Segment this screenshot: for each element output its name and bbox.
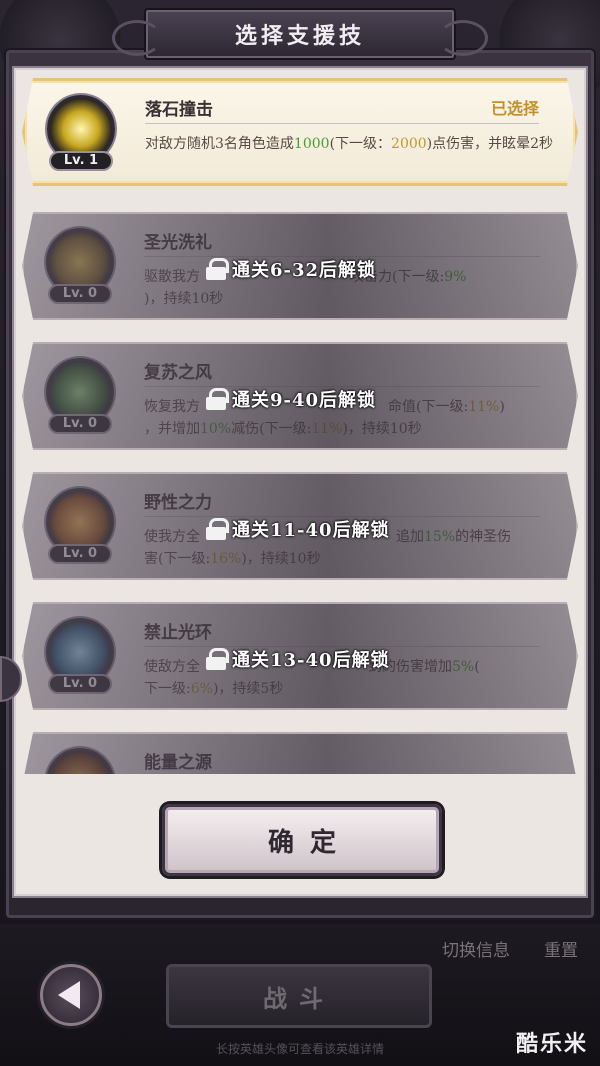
skill-icon-wrap: Lv. 1 [43,95,119,173]
skill-icon-wrap: Lv. 0 [42,228,118,306]
hint-text: 长按英雄头像可查看该英雄详情 [215,1042,384,1056]
lock-overlay: 通关9-40后解锁 [206,386,376,412]
desc-next-value: 6% [190,681,213,697]
switch-info-link[interactable]: 切换信息 [442,936,510,961]
skill-icon-wrap: Lv. 0 [42,358,118,436]
desc-text: 的神圣伤 [455,529,512,545]
skill-card-energy-source[interactable]: 能量之源 [22,732,578,774]
desc-text: 害(下一级: [144,551,211,567]
desc-text: )，持续5秒 [212,681,284,697]
desc-text: )，持续10秒 [342,421,422,437]
lock-overlay: 通关11-40后解锁 [206,516,390,542]
desc-text: ) [499,399,505,415]
desc-value: 10% [200,421,232,437]
desc-text: ，并增加 [144,421,200,437]
lock-icon [206,258,229,280]
skill-icon-wrap: Lv. 0 [42,618,118,696]
skill-card-revive-wind[interactable]: Lv. 0 复苏之风 恢复我方 命值(下一级:11%) ，并增加10%减伤(下一级:… [22,342,578,450]
desc-text: )，持续10秒 [144,291,224,307]
title-plate: 选择支援技 [112,8,488,60]
lock-overlay: 通关6-32后解锁 [206,256,376,282]
desc-text: 使敌方全 [144,659,200,675]
unlock-condition: 通关13-40后解锁 [232,650,390,671]
desc-next-value: 16% [210,551,242,567]
skill-card-wild-power[interactable]: Lv. 0 野性之力 使我方全 追加15%的神圣伤害(下一级:16%)，持续10秒… [22,472,578,580]
lock-icon [206,518,229,540]
lock-overlay: 通关13-40后解锁 [206,646,390,672]
skill-card-holy-light[interactable]: Lv. 0 圣光洗礼 驱散我方 攻击力(下一级:9%)，持续10秒 通关6-32后… [22,212,578,320]
desc-next-value: 2000 [391,136,427,152]
skill-name: 禁止光环 [144,623,212,643]
desc-next-value: 9% [444,269,467,285]
modal-title: 选择支援技 [234,23,365,49]
skill-icon-wrap: Lv. 0 [42,488,118,566]
level-badge: Lv. 1 [49,151,113,171]
desc-text: )，持续10秒 [241,551,321,567]
skill-list[interactable]: Lv. 1 落石撞击 已选择 对敌方随机3名角色造成1000(下一级：2000)… [14,68,586,774]
back-button[interactable] [40,964,102,1026]
reset-link[interactable]: 重置 [544,936,578,961]
lock-icon [206,388,229,410]
skill-description: 对敌方随机3名角色造成1000(下一级：2000)点伤害，并眩晕2秒 [145,133,555,155]
desc-text: 减伤(下一级: [231,421,312,437]
desc-text: 恢复我方 [144,399,200,415]
desc-text: 使我方全 [144,529,200,545]
skill-card-falling-rock[interactable]: Lv. 1 落石撞击 已选择 对敌方随机3名角色造成1000(下一级：2000)… [22,78,578,186]
confirm-button[interactable]: 确定 [162,804,442,876]
energy-icon [46,748,114,774]
skill-name: 复苏之风 [144,363,212,383]
divider [145,123,539,124]
unlock-condition: 通关11-40后解锁 [232,520,390,541]
lock-icon [206,648,229,670]
watermark: 酷乐米 [515,1032,588,1057]
selected-tag: 已选择 [490,99,539,118]
desc-value: 15% [424,529,456,545]
desc-text: 追加 [396,529,424,545]
desc-text: (下一级： [329,136,392,152]
skill-name: 圣光洗礼 [144,233,212,253]
desc-next-value: 11% [311,421,343,437]
desc-text: 下一级: [144,681,191,697]
back-arrow-icon [58,981,80,1009]
skill-name: 野性之力 [144,493,212,513]
skill-panel: Lv. 1 落石撞击 已选择 对敌方随机3名角色造成1000(下一级：2000)… [12,66,588,898]
skill-name: 能量之源 [144,753,212,773]
desc-value: 1000 [293,136,330,152]
level-badge: Lv. 0 [48,544,112,564]
battle-button[interactable]: 战斗 [166,964,432,1028]
skill-name: 落石撞击 [145,100,213,120]
desc-text: )点伤害，并眩晕2秒 [426,136,554,152]
desc-text: 驱散我方 [144,269,200,285]
desc-next-value: 11% [468,399,500,415]
unlock-condition: 通关9-40后解锁 [232,390,377,411]
desc-value: 5% [452,659,475,675]
level-badge: Lv. 0 [48,414,112,434]
level-badge: Lv. 0 [48,674,112,694]
desc-text: ( [474,659,480,675]
level-badge: Lv. 0 [48,284,112,304]
skill-card-forbidden-aura[interactable]: Lv. 0 禁止光环 使敌方全 到的伤害增加5%(下一级:6%)，持续5秒 通关1… [22,602,578,710]
skill-icon-wrap [42,748,118,774]
desc-text: 对敌方随机3名角色造成 [145,136,294,152]
unlock-condition: 通关6-32后解锁 [232,260,377,281]
desc-text: 命值(下一级: [388,399,469,415]
